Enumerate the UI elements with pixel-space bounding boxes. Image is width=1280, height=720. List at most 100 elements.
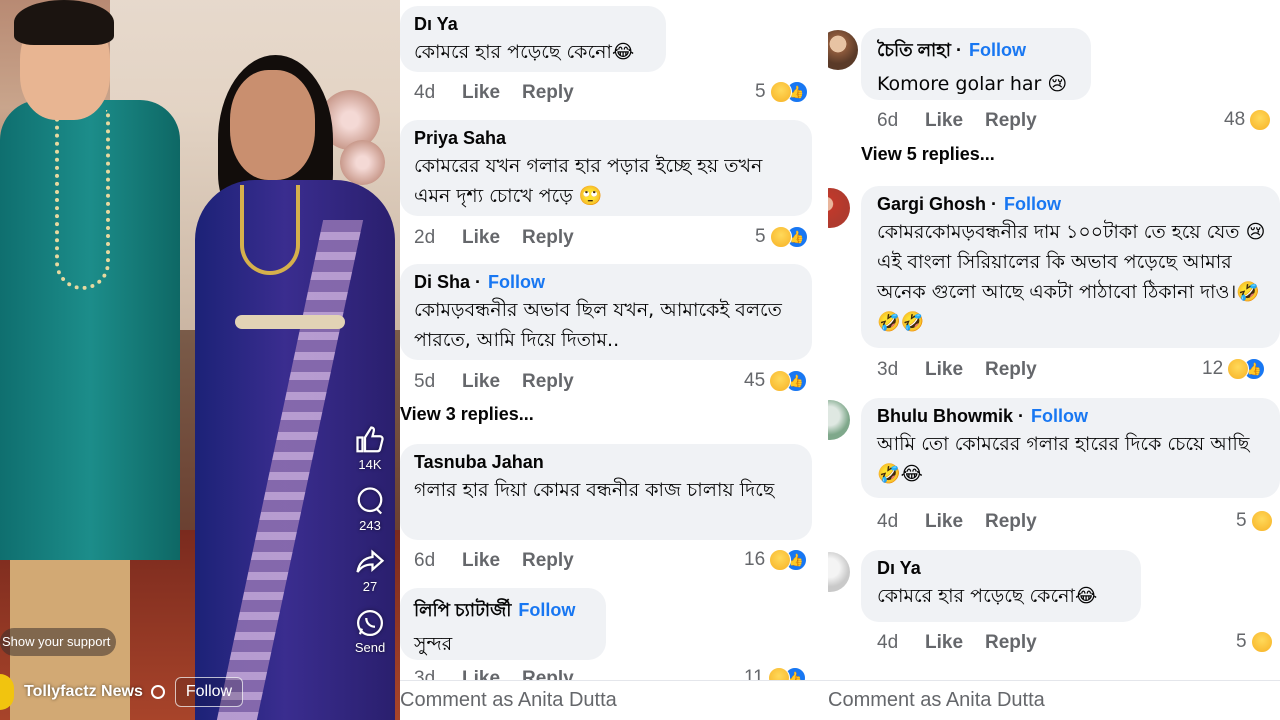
reaction-count: 12	[1202, 358, 1224, 379]
composer-placeholder: Comment as Anita Dutta	[400, 689, 617, 711]
reaction-summary[interactable]: 45 👍	[744, 370, 808, 392]
like-button[interactable]: Like	[925, 110, 985, 132]
like-button[interactable]: Like	[925, 632, 985, 654]
reply-button[interactable]: Reply	[522, 371, 574, 393]
comment-text: Komore golar har 😢	[877, 73, 1068, 95]
comment-time[interactable]: 4d	[414, 82, 462, 104]
comment-time[interactable]: 4d	[877, 632, 925, 654]
comment-time[interactable]: 3d	[877, 359, 925, 381]
comment-time[interactable]: 5d	[414, 371, 462, 393]
reel-actions: 14K 243 27 Send	[340, 425, 400, 669]
commenter-name[interactable]: Gargi Ghosh · Follow	[877, 194, 1268, 215]
reaction-count: 5	[1236, 631, 1247, 652]
commenter-name[interactable]: Priya Saha	[414, 128, 800, 149]
reaction-summary[interactable]: 5 👍	[755, 226, 808, 248]
reaction-count: 48	[1224, 109, 1246, 130]
reaction-summary[interactable]: 48	[1224, 109, 1272, 131]
page-info: Tollyfactz News Follow	[0, 672, 244, 712]
like-button[interactable]: Like	[462, 82, 522, 104]
reaction-count: 45	[744, 370, 766, 391]
reaction-count: 5	[1236, 510, 1247, 531]
commenter-name[interactable]: Di Sha · Follow	[414, 272, 800, 293]
reply-button[interactable]: Reply	[985, 110, 1037, 132]
composer-placeholder: Comment as Anita Dutta	[828, 689, 1045, 711]
reaction-summary[interactable]: 5 👍	[755, 81, 808, 103]
share-count: 27	[362, 579, 378, 594]
comment-text: আমি তো কোমরের গলার হারের দিকে চেয়ে আছি …	[877, 433, 1250, 485]
haha-emoji-icon	[1249, 109, 1272, 131]
comment-bubble: Gargi Ghosh · Follow কোমরকোমড়বন্ধনীর দা…	[861, 186, 1280, 348]
haha-emoji-icon	[769, 81, 792, 103]
reply-button[interactable]: Reply	[522, 550, 574, 572]
like-action[interactable]: 14K	[340, 425, 400, 472]
comment-bubble: Di Sha · Follow কোমড়বন্ধনীর অভাব ছিল যখ…	[400, 264, 812, 360]
send-action[interactable]: Send	[340, 608, 400, 655]
commenter-name[interactable]: লিপি চ্যাটার্জী Follow	[414, 596, 594, 627]
follow-link[interactable]: Follow	[518, 600, 575, 620]
view-replies-link[interactable]: View 5 replies...	[861, 144, 995, 165]
page-avatar[interactable]	[0, 674, 14, 710]
comment-bubble: Dı Ya কোমরে হার পড়েছে কেনো😂	[861, 550, 1141, 622]
comment-time[interactable]: 4d	[877, 511, 925, 533]
like-count: 14K	[358, 457, 382, 472]
reaction-summary[interactable]: 16 👍	[744, 549, 808, 571]
comment-bubble: Bhulu Bhowmik · Follow আমি তো কোমরের গলা…	[861, 398, 1280, 498]
comments-panel-right: চৈতি লাহা · Follow Komore golar har 😢 6d…	[828, 0, 1280, 720]
avatar[interactable]	[828, 188, 850, 228]
follow-link[interactable]: Follow	[488, 272, 545, 292]
view-replies-link[interactable]: View 3 replies...	[400, 404, 534, 425]
like-icon[interactable]	[355, 425, 385, 455]
comment-composer[interactable]: Comment as Anita Dutta	[828, 680, 1280, 720]
reaction-summary[interactable]: 5	[1236, 510, 1273, 532]
commenter-name[interactable]: Dı Ya	[877, 558, 1129, 579]
comment-bubble: লিপি চ্যাটার্জী Follow সুন্দর	[400, 588, 606, 660]
follow-button[interactable]: Follow	[174, 677, 244, 707]
commenter-name[interactable]: Bhulu Bhowmik · Follow	[877, 406, 1268, 427]
share-action[interactable]: 27	[340, 547, 400, 594]
commenter-name[interactable]: Dı Ya	[414, 14, 654, 35]
haha-emoji-icon	[769, 226, 792, 248]
necklace	[240, 185, 300, 275]
like-button[interactable]: Like	[462, 371, 522, 393]
avatar[interactable]	[828, 400, 850, 440]
like-button[interactable]: Like	[925, 359, 985, 381]
commenter-name[interactable]: Tasnuba Jahan	[414, 452, 800, 473]
flower-decor	[340, 140, 385, 185]
comment-action[interactable]: 243	[340, 486, 400, 533]
reply-button[interactable]: Reply	[985, 359, 1037, 381]
comment-icon[interactable]	[355, 486, 385, 516]
screenshot-collage: 14K 243 27 Send Show your support Tollyf…	[0, 0, 1280, 720]
comment-meta: 6d Like Reply	[414, 550, 574, 572]
comment-text: গলার হার দিয়া কোমর বন্ধনীর কাজ চালায় দ…	[414, 479, 775, 501]
avatar[interactable]	[828, 552, 850, 592]
reply-button[interactable]: Reply	[985, 632, 1037, 654]
comment-meta: 3d Like Reply	[877, 359, 1037, 381]
like-button[interactable]: Like	[925, 511, 985, 533]
like-button[interactable]: Like	[462, 227, 522, 249]
reply-button[interactable]: Reply	[522, 82, 574, 104]
commenter-name[interactable]: চৈতি লাহা · Follow	[877, 36, 1079, 67]
share-icon[interactable]	[355, 547, 385, 577]
page-name[interactable]: Tollyfactz News	[24, 683, 143, 701]
reel-video[interactable]: 14K 243 27 Send Show your support Tollyf…	[0, 0, 400, 720]
support-chip[interactable]: Show your support	[0, 628, 117, 656]
comment-text: কোমড়বন্ধনীর অভাব ছিল যখন, আমাকেই বলতে প…	[414, 299, 782, 351]
comment-time[interactable]: 6d	[414, 550, 462, 572]
reaction-summary[interactable]: 12 👍	[1202, 358, 1266, 380]
avatar[interactable]	[828, 30, 858, 70]
comment-time[interactable]: 6d	[877, 110, 925, 132]
comment-meta: 4d Like Reply	[877, 632, 1037, 654]
comment-composer[interactable]: Comment as Anita Dutta	[400, 680, 828, 720]
follow-link[interactable]: Follow	[1004, 194, 1061, 214]
follow-link[interactable]: Follow	[1031, 406, 1088, 426]
comment-time[interactable]: 2d	[414, 227, 462, 249]
comment-text: কোমরকোমড়বন্ধনীর দাম ১০০টাকা তে হয়ে যেত…	[877, 221, 1266, 333]
reply-button[interactable]: Reply	[985, 511, 1037, 533]
follow-link[interactable]: Follow	[969, 40, 1026, 60]
waist-chain	[235, 315, 345, 329]
reaction-summary[interactable]: 5	[1236, 631, 1273, 653]
haha-emoji-icon	[1250, 631, 1273, 653]
whatsapp-icon[interactable]	[355, 608, 385, 638]
reply-button[interactable]: Reply	[522, 227, 574, 249]
like-button[interactable]: Like	[462, 550, 522, 572]
